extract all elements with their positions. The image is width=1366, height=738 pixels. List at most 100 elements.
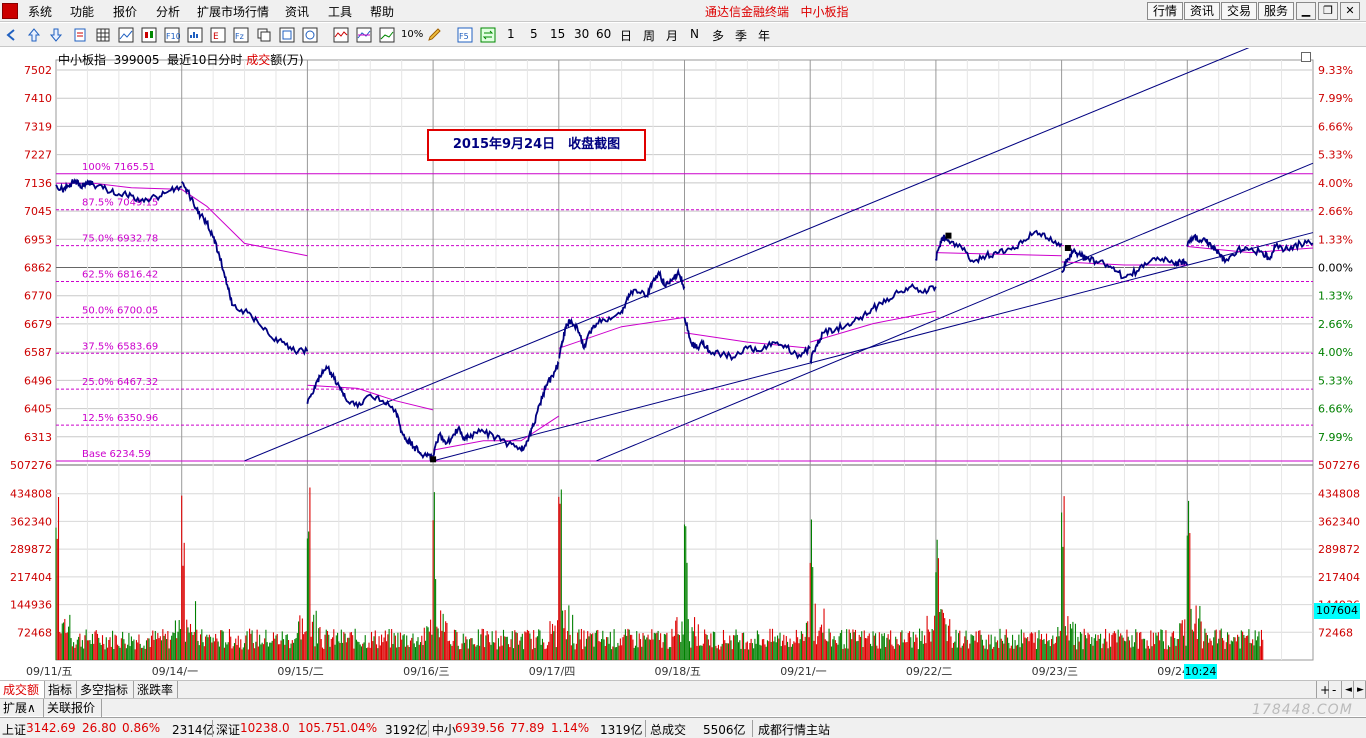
- back-arrow-icon[interactable]: [4, 27, 20, 43]
- date-label: 09/11/五: [26, 665, 72, 678]
- pct-axis-label: 9.33%: [1318, 64, 1353, 77]
- line-chart-icon[interactable]: [118, 27, 134, 43]
- down-arrow-icon[interactable]: [48, 27, 64, 43]
- f5-icon[interactable]: F5: [457, 27, 473, 43]
- watermark: 178448.COM: [1252, 702, 1353, 718]
- price-axis-label: 7502: [24, 64, 52, 77]
- zx-pct: 1.14%: [551, 721, 590, 735]
- fib-level-label: 12.5% 6350.96: [82, 413, 158, 424]
- period-quarter-button[interactable]: 季: [735, 27, 747, 44]
- zoom-in-button[interactable]: +: [1316, 681, 1330, 699]
- period-label: 最近10日分时: [167, 53, 243, 67]
- menu-quote[interactable]: 报价: [113, 3, 137, 20]
- period-15min-button[interactable]: 15: [550, 27, 565, 41]
- percent-scale-button[interactable]: 10%: [401, 29, 423, 40]
- tab-rise-fall[interactable]: 涨跌率: [134, 681, 178, 699]
- zx-change: 77.89: [510, 721, 545, 735]
- compare-icon[interactable]: [379, 27, 395, 43]
- menu-system[interactable]: 系统: [28, 3, 52, 20]
- date-label: 09/17/四: [529, 665, 575, 678]
- refresh-circle-icon[interactable]: [302, 27, 318, 43]
- pct-axis-label: 0.00%: [1318, 262, 1353, 275]
- switch-icon[interactable]: [480, 27, 496, 43]
- price-axis-label: 7319: [24, 120, 52, 133]
- formula-icon[interactable]: Fz: [233, 27, 249, 43]
- minimize-icon[interactable]: ▁: [1296, 2, 1316, 20]
- sz-label: 深证: [216, 723, 241, 737]
- service-button[interactable]: 服务: [1258, 2, 1294, 20]
- period-30min-button[interactable]: 30: [574, 27, 589, 41]
- menu-extended-market[interactable]: 扩展市场行情: [197, 3, 269, 20]
- window-icon[interactable]: [279, 27, 295, 43]
- chart-canvas[interactable]: 7502 9.33% 7410 7.99% 7319 6.66% 7227 5.33% 7136…: [0, 48, 1366, 678]
- period-5min-button[interactable]: 5: [530, 27, 538, 41]
- volume-axis-label-right: 434808: [1318, 488, 1360, 501]
- svg-text:E: E: [213, 32, 219, 42]
- period-year-button[interactable]: 年: [758, 27, 770, 44]
- price-axis-label: 6862: [24, 262, 52, 275]
- period-month-button[interactable]: 月: [666, 27, 678, 44]
- menu-function[interactable]: 功能: [70, 3, 94, 20]
- price-axis-label: 7136: [24, 177, 52, 190]
- report-icon[interactable]: [187, 27, 203, 43]
- period-60min-button[interactable]: 60: [596, 27, 611, 41]
- page-icon[interactable]: [72, 27, 88, 43]
- menu-help[interactable]: 帮助: [370, 3, 394, 20]
- period-day-button[interactable]: 日: [620, 27, 632, 44]
- period-week-button[interactable]: 周: [643, 27, 655, 44]
- volume-label-red: 成交: [246, 53, 271, 67]
- copy-icon[interactable]: [256, 27, 272, 43]
- grid-icon[interactable]: [95, 27, 111, 43]
- pct-axis-label: 2.66%: [1318, 205, 1353, 218]
- menu-info[interactable]: 资讯: [285, 3, 309, 20]
- status-bar: 上证 3142.69 26.80 0.86% 2314亿 深证 10238.0 …: [0, 717, 1366, 738]
- pct-axis-label: 1.33%: [1318, 290, 1353, 303]
- sz-pct: 1.04%: [339, 721, 378, 735]
- app-title: 通达信金融终端 中小板指: [705, 5, 849, 19]
- period-multi-button[interactable]: 多: [712, 27, 724, 44]
- info-button[interactable]: 资讯: [1184, 2, 1220, 20]
- tab-bull-bear[interactable]: 多空指标: [77, 681, 134, 699]
- fib-level-label: Base 6234.59: [82, 449, 151, 460]
- price-axis-label: 7227: [24, 149, 52, 162]
- expand-button[interactable]: 扩展∧: [0, 699, 44, 717]
- note-icon[interactable]: E: [210, 27, 226, 43]
- swing-marker: [430, 456, 437, 463]
- total-amount: 5506亿: [703, 723, 746, 737]
- sz-value: 10238.0: [240, 721, 290, 735]
- pencil-icon[interactable]: [426, 27, 442, 43]
- price-axis-label: 6405: [24, 403, 52, 416]
- swing-marker: [945, 232, 952, 239]
- index-code: 399005: [113, 53, 160, 67]
- chart-header: 中小板指 399005 最近10日分时 成交额(万): [58, 51, 304, 68]
- maximize-chart-icon[interactable]: [1301, 52, 1311, 62]
- tab-indicator[interactable]: 指标: [45, 681, 77, 699]
- station-name[interactable]: 成都行情主站: [758, 721, 830, 738]
- candlestick-icon[interactable]: [141, 27, 157, 43]
- scroll-left-button[interactable]: ◄: [1342, 681, 1354, 699]
- chart-area[interactable]: 7502 9.33% 7410 7.99% 7319 6.66% 7227 5.33% 7136…: [0, 48, 1366, 678]
- menu-analysis[interactable]: 分析: [156, 3, 180, 20]
- overlay-icon[interactable]: [356, 27, 372, 43]
- scroll-right-button[interactable]: ►: [1354, 681, 1366, 699]
- pct-axis-label: 6.66%: [1318, 403, 1353, 416]
- period-1min-button[interactable]: 1: [507, 27, 515, 41]
- svg-text:F5: F5: [459, 32, 469, 41]
- related-quote-tab[interactable]: 关联报价: [44, 699, 102, 717]
- period-n-button[interactable]: N: [690, 27, 699, 41]
- quote-button[interactable]: 行情: [1147, 2, 1183, 20]
- price-base-label-right: 507276: [1318, 459, 1360, 472]
- volume-axis-label: 144936: [10, 599, 52, 612]
- restore-icon[interactable]: ❐: [1318, 2, 1338, 20]
- menu-tools[interactable]: 工具: [328, 3, 352, 20]
- trend-icon[interactable]: [333, 27, 349, 43]
- up-arrow-icon[interactable]: [26, 27, 42, 43]
- close-icon[interactable]: ✕: [1340, 2, 1360, 20]
- price-axis-label: 6313: [24, 431, 52, 444]
- total-label: 总成交: [650, 723, 687, 737]
- zoom-out-button[interactable]: -: [1329, 681, 1342, 699]
- trade-button[interactable]: 交易: [1221, 2, 1257, 20]
- fib-level-label: 62.5% 6816.42: [82, 269, 158, 280]
- finance-f10-icon[interactable]: F10: [164, 27, 180, 43]
- tab-volume[interactable]: 成交额: [0, 681, 45, 699]
